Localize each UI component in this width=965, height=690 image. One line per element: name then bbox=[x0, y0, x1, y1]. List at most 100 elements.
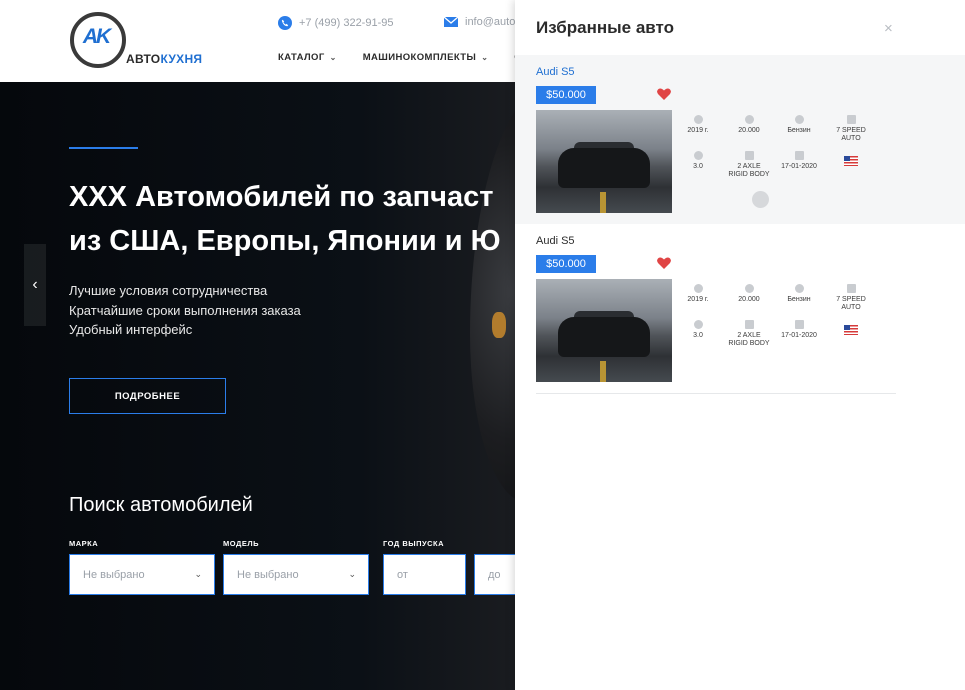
header-phone[interactable]: +7 (499) 322-91-95 bbox=[278, 16, 393, 30]
axle-icon bbox=[744, 320, 754, 329]
email-address: info@auto bbox=[465, 16, 516, 28]
hero-subtitle-line: Лучшие условия сотрудничества bbox=[69, 283, 268, 298]
calendar-icon bbox=[693, 115, 703, 124]
odometer-icon bbox=[744, 115, 754, 124]
spec-origin bbox=[826, 156, 876, 166]
favorite-car-card[interactable]: Audi S5 $50.000 2019 г. 20.000 Бензин 7 … bbox=[515, 55, 965, 224]
nav-item-label: МАШИНОКОМПЛЕКТЫ bbox=[362, 52, 477, 63]
spec-transmission-b: AUTO bbox=[841, 135, 861, 142]
usa-flag-icon bbox=[844, 156, 858, 166]
gearbox-icon bbox=[846, 115, 856, 124]
axle-icon bbox=[744, 151, 754, 160]
card-divider bbox=[536, 393, 896, 394]
nav-item-label: КАТАЛОГ bbox=[278, 52, 325, 63]
hero-accent-line bbox=[69, 147, 138, 149]
close-icon[interactable]: × bbox=[884, 20, 893, 37]
chevron-down-icon: ⌄ bbox=[194, 569, 202, 579]
header-email[interactable]: info@auto bbox=[444, 16, 515, 28]
nav-item-kits[interactable]: МАШИНОКОМПЛЕКТЫ ⌄ bbox=[363, 52, 489, 63]
car-name[interactable]: Audi S5 bbox=[536, 66, 575, 78]
chevron-left-icon: ‹ bbox=[32, 276, 38, 293]
gearbox-icon bbox=[846, 284, 856, 293]
logo-word-b: КУХНЯ bbox=[160, 52, 203, 66]
spec-transmission: 7 SPEED AUTO bbox=[826, 115, 876, 143]
hero-car-headlight bbox=[492, 312, 506, 338]
spec-date-value: 17-01-2020 bbox=[781, 332, 817, 339]
car-photo[interactable] bbox=[536, 110, 672, 213]
spec-transmission-b: AUTO bbox=[841, 304, 861, 311]
car-body bbox=[558, 317, 650, 357]
spec-body: 2 AXLE RIGID BODY bbox=[724, 320, 774, 348]
hero-subtitle-line: Удобный интерфейс bbox=[69, 322, 193, 337]
logo-wordmark: АВТОКУХНЯ bbox=[126, 52, 202, 66]
fuel-drop-icon bbox=[794, 115, 804, 124]
car-photo[interactable] bbox=[536, 279, 672, 382]
year-to-input[interactable]: до bbox=[474, 554, 515, 595]
heart-icon[interactable] bbox=[656, 255, 672, 271]
engine-icon bbox=[693, 320, 703, 329]
spec-body-b: RIGID BODY bbox=[728, 171, 770, 178]
spec-fuel-value: Бензин bbox=[787, 127, 811, 134]
spec-origin bbox=[826, 325, 876, 335]
year-label: ГОД ВЫПУСКА bbox=[383, 539, 445, 548]
make-select[interactable]: Не выбрано ⌄ bbox=[69, 554, 215, 595]
logo-monogram: AK bbox=[82, 25, 111, 48]
spec-fuel: Бензин bbox=[774, 115, 824, 135]
spec-mileage-value: 20.000 bbox=[738, 127, 760, 134]
hero-slider: XXX Автомобилей по запчаст из США, Европ… bbox=[0, 82, 515, 690]
spec-year: 2019 г. bbox=[673, 115, 723, 135]
scroll-indicator[interactable] bbox=[752, 191, 769, 208]
hero-subtitle-line: Кратчайшие сроки выполнения заказа bbox=[69, 302, 301, 318]
main-nav: КАТАЛОГ⌄ МАШИНОКОМПЛЕКТЫ⌄ О bbox=[278, 52, 548, 63]
calendar-icon bbox=[693, 284, 703, 293]
road-marking bbox=[600, 361, 606, 382]
spec-engine-value: 3.0 bbox=[693, 332, 703, 339]
spec-body-b: RIGID BODY bbox=[728, 340, 770, 347]
favorite-car-card[interactable]: Audi S5 $50.000 2019 г. 20.000 Бензин 7 … bbox=[515, 224, 965, 393]
chevron-down-icon: ⌄ bbox=[348, 569, 356, 579]
spec-engine-value: 3.0 bbox=[693, 163, 703, 170]
usa-flag-icon bbox=[844, 325, 858, 335]
hero-car-image bbox=[470, 82, 515, 502]
year-to-placeholder: до bbox=[488, 568, 501, 581]
date-icon bbox=[794, 151, 804, 160]
year-from-placeholder: от bbox=[397, 568, 408, 581]
car-body bbox=[558, 148, 650, 188]
model-select[interactable]: Не выбрано ⌄ bbox=[223, 554, 369, 595]
spec-mileage-value: 20.000 bbox=[738, 296, 760, 303]
heart-icon[interactable] bbox=[656, 86, 672, 102]
phone-icon bbox=[278, 16, 292, 30]
road-marking bbox=[600, 192, 606, 213]
spec-date: 17-01-2020 bbox=[774, 320, 824, 340]
make-select-value: Не выбрано bbox=[83, 568, 145, 581]
odometer-icon bbox=[744, 284, 754, 293]
spec-transmission: 7 SPEED AUTO bbox=[826, 284, 876, 312]
car-price: $50.000 bbox=[536, 255, 596, 273]
spec-year: 2019 г. bbox=[673, 284, 723, 304]
hero-title-line-2: из США, Европы, Японии и Ю bbox=[69, 225, 501, 257]
spec-body: 2 AXLE RIGID BODY bbox=[724, 151, 774, 179]
phone-number: +7 (499) 322-91-95 bbox=[299, 17, 394, 29]
car-name[interactable]: Audi S5 bbox=[536, 235, 575, 247]
chevron-down-icon: ⌄ bbox=[329, 53, 337, 62]
year-from-input[interactable]: от bbox=[383, 554, 466, 595]
spec-engine: 3.0 bbox=[673, 151, 723, 171]
nav-item-catalog[interactable]: КАТАЛОГ ⌄ bbox=[278, 52, 337, 63]
model-select-value: Не выбрано bbox=[237, 568, 299, 581]
hero-title-line-1: XXX Автомобилей по запчаст bbox=[69, 181, 494, 213]
hero-subtitle: Лучшие условия сотрудничества Кратчайшие… bbox=[69, 281, 301, 340]
more-button[interactable]: ПОДРОБНЕЕ bbox=[69, 378, 226, 414]
page: AK АВТОКУХНЯ +7 (499) 322-91-95 info@aut… bbox=[0, 0, 965, 690]
mail-icon bbox=[444, 17, 458, 27]
slider-prev-button[interactable]: ‹ bbox=[24, 244, 46, 326]
spec-transmission-a: 7 SPEED bbox=[836, 127, 866, 134]
search-title: Поиск автомобилей bbox=[69, 494, 253, 516]
spec-transmission-a: 7 SPEED bbox=[836, 296, 866, 303]
spec-body-a: 2 AXLE bbox=[737, 332, 761, 339]
car-price: $50.000 bbox=[536, 86, 596, 104]
spec-year-value: 2019 г. bbox=[687, 127, 709, 134]
date-icon bbox=[794, 320, 804, 329]
spec-fuel: Бензин bbox=[774, 284, 824, 304]
logo[interactable]: AK АВТОКУХНЯ bbox=[70, 12, 210, 70]
spec-date-value: 17-01-2020 bbox=[781, 163, 817, 170]
